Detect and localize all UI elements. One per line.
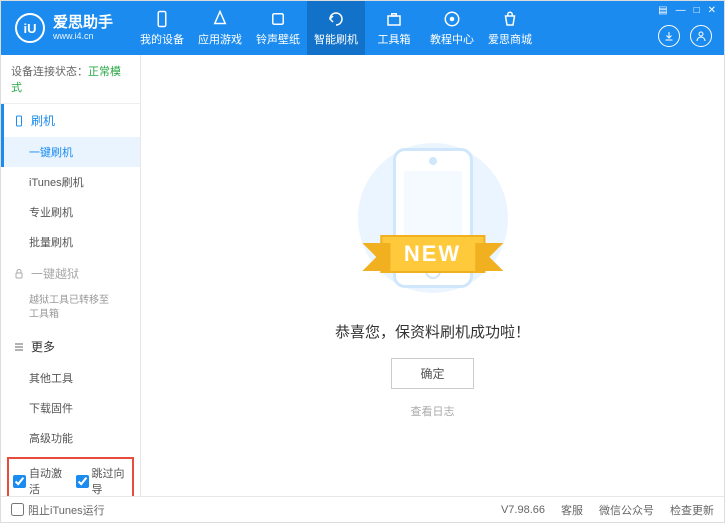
checkbox-skip-setup[interactable]: 跳过向导 <box>76 465 129 496</box>
nav-ringtone[interactable]: 铃声壁纸 <box>249 1 307 55</box>
checkbox-label: 阻止iTunes运行 <box>28 502 105 518</box>
success-illustration: NEW <box>333 133 533 303</box>
nav-my-device[interactable]: 我的设备 <box>133 1 191 55</box>
brand-title: 爱思助手 <box>53 15 113 32</box>
sidebar-more-section: 更多 其他工具 下载固件 高级功能 <box>1 330 140 453</box>
status-label: 设备连接状态： <box>11 66 88 78</box>
view-log-link[interactable]: 查看日志 <box>411 403 455 419</box>
sidebar-head-label: 一键越狱 <box>31 265 79 282</box>
sidebar-head-label: 刷机 <box>31 112 55 129</box>
nav-label: 铃声壁纸 <box>256 31 300 47</box>
app-window: iU 爱思助手 www.i4.cn 我的设备 应用游戏 铃声壁纸 智能刷机 <box>0 0 725 523</box>
nav-label: 爱思商城 <box>488 31 532 47</box>
new-ribbon-icon: NEW <box>380 235 485 273</box>
checkbox-block-itunes[interactable]: 阻止iTunes运行 <box>11 502 105 518</box>
nav-apps[interactable]: 应用游戏 <box>191 1 249 55</box>
success-message: 恭喜您，保资料刷机成功啦！ <box>335 321 530 342</box>
nav-toolbox[interactable]: 工具箱 <box>365 1 423 55</box>
ringtone-icon <box>269 10 287 28</box>
user-icon[interactable] <box>690 25 712 47</box>
footer-version: V7.98.66 <box>501 504 545 516</box>
close-icon[interactable]: ✕ <box>708 5 716 16</box>
header-user-icons <box>658 25 712 47</box>
lock-icon <box>13 268 25 280</box>
checkbox-input[interactable] <box>11 503 24 516</box>
sidebar-flash-section: 刷机 一键刷机 iTunes刷机 专业刷机 批量刷机 <box>1 104 140 257</box>
sidebar-item-download-firmware[interactable]: 下载固件 <box>1 393 140 423</box>
flash-icon <box>327 10 345 28</box>
download-icon[interactable] <box>658 25 680 47</box>
brand: iU 爱思助手 www.i4.cn <box>1 13 127 43</box>
nav-tutorial[interactable]: 教程中心 <box>423 1 481 55</box>
device-status: 设备连接状态：正常模式 <box>1 55 140 104</box>
sidebar-head-flash[interactable]: 刷机 <box>1 104 140 137</box>
phone-icon <box>13 115 25 127</box>
list-icon <box>13 341 25 353</box>
footer-update[interactable]: 检查更新 <box>670 502 714 518</box>
brand-subtitle: www.i4.cn <box>53 31 113 41</box>
nav-label: 我的设备 <box>140 31 184 47</box>
brand-logo-icon: iU <box>15 13 45 43</box>
nav-smart-flash[interactable]: 智能刷机 <box>307 1 365 55</box>
sidebar-head-label: 更多 <box>31 338 55 355</box>
maximize-icon[interactable]: □ <box>694 5 700 16</box>
sidebar-head-more[interactable]: 更多 <box>1 330 140 363</box>
nav-label: 工具箱 <box>378 31 411 47</box>
sidebar-head-jailbreak[interactable]: 一键越狱 <box>1 257 140 290</box>
tutorial-icon <box>443 10 461 28</box>
footer-service[interactable]: 客服 <box>561 502 583 518</box>
nav-shop[interactable]: 爱思商城 <box>481 1 539 55</box>
header: iU 爱思助手 www.i4.cn 我的设备 应用游戏 铃声壁纸 智能刷机 <box>1 1 724 55</box>
body: 设备连接状态：正常模式 刷机 一键刷机 iTunes刷机 专业刷机 批量刷机 一… <box>1 55 724 496</box>
nav-label: 教程中心 <box>430 31 474 47</box>
sidebar-item-advanced[interactable]: 高级功能 <box>1 423 140 453</box>
confirm-button[interactable]: 确定 <box>391 358 473 389</box>
phone-icon <box>153 10 171 28</box>
checkbox-input[interactable] <box>13 475 26 488</box>
sidebar-item-itunes-flash[interactable]: iTunes刷机 <box>1 167 140 197</box>
flash-options-highlight: 自动激活 跳过向导 <box>7 457 134 496</box>
sidebar-jailbreak-note: 越狱工具已转移至 工具箱 <box>1 290 140 330</box>
footer-wechat[interactable]: 微信公众号 <box>599 502 654 518</box>
apps-icon <box>211 10 229 28</box>
checkbox-auto-activate[interactable]: 自动激活 <box>13 465 66 496</box>
minimize-icon[interactable]: — <box>676 5 686 16</box>
sidebar-item-oneclick-flash[interactable]: 一键刷机 <box>1 137 140 167</box>
sidebar-item-pro-flash[interactable]: 专业刷机 <box>1 197 140 227</box>
toolbox-icon <box>385 10 403 28</box>
checkbox-input[interactable] <box>76 475 89 488</box>
window-controls: ▤ — □ ✕ <box>658 5 716 16</box>
sidebar: 设备连接状态：正常模式 刷机 一键刷机 iTunes刷机 专业刷机 批量刷机 一… <box>1 55 141 496</box>
sidebar-item-batch-flash[interactable]: 批量刷机 <box>1 227 140 257</box>
checkbox-label: 跳过向导 <box>92 465 129 496</box>
sidebar-jailbreak-section: 一键越狱 越狱工具已转移至 工具箱 <box>1 257 140 330</box>
nav-label: 应用游戏 <box>198 31 242 47</box>
ribbon-text: NEW <box>380 235 485 273</box>
shop-icon <box>501 10 519 28</box>
sidebar-item-other-tools[interactable]: 其他工具 <box>1 363 140 393</box>
top-nav: 我的设备 应用游戏 铃声壁纸 智能刷机 工具箱 教程中心 <box>133 1 539 55</box>
checkbox-label: 自动激活 <box>29 465 66 496</box>
footer: 阻止iTunes运行 V7.98.66 客服 微信公众号 检查更新 <box>1 496 724 522</box>
nav-label: 智能刷机 <box>314 31 358 47</box>
menu-icon[interactable]: ▤ <box>658 5 667 16</box>
main-content: NEW 恭喜您，保资料刷机成功啦！ 确定 查看日志 <box>141 55 724 496</box>
